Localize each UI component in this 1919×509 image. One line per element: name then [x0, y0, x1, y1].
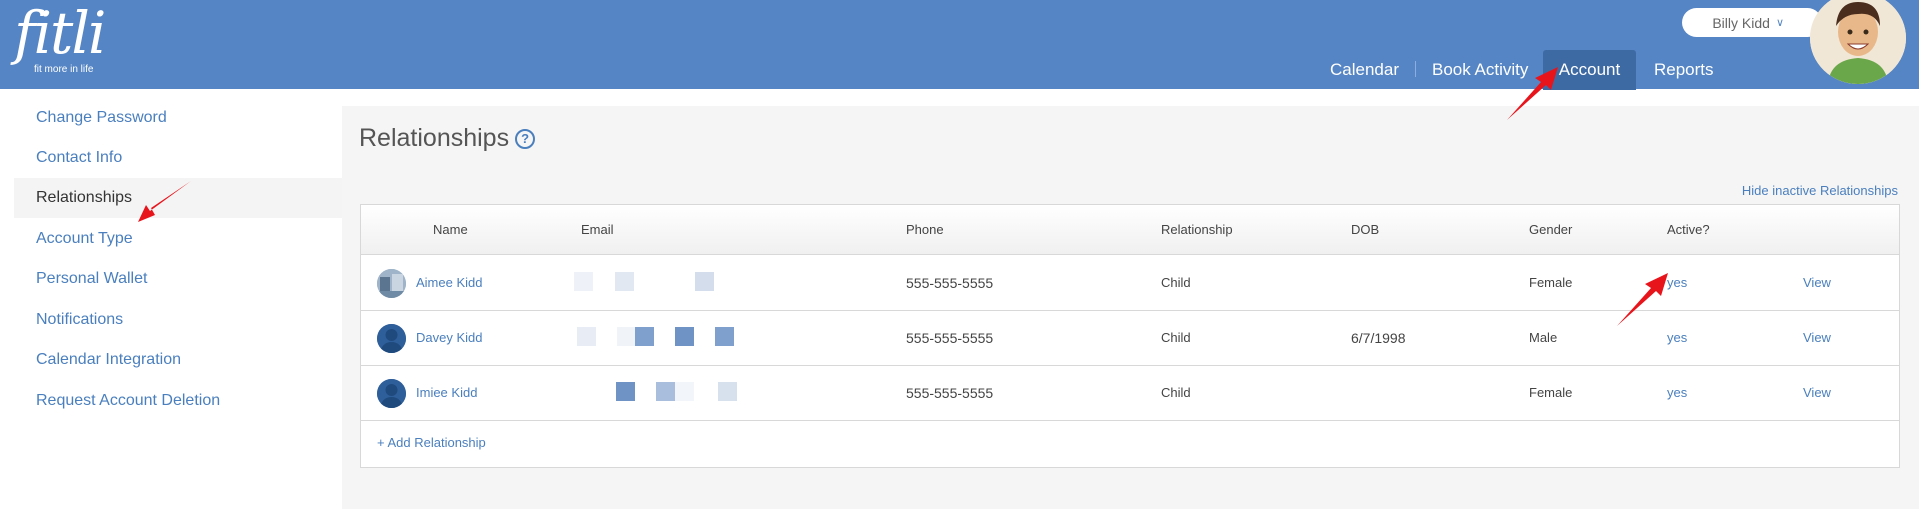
redacted-email-block [675, 382, 694, 401]
member-name-link[interactable]: Davey Kidd [416, 330, 482, 345]
column-header-email: Email [581, 222, 614, 237]
redacted-email-block [635, 327, 654, 346]
logo-tagline: fit more in life [34, 64, 94, 75]
question-circle-icon[interactable]: ? [515, 128, 536, 149]
member-view-link[interactable]: View [1803, 275, 1831, 290]
nav-calendar[interactable]: Calendar [1330, 50, 1399, 90]
member-active-toggle[interactable]: yes [1667, 275, 1687, 290]
table-header: Name Email Phone Relationship DOB Gender… [361, 205, 1899, 255]
redacted-email-block [718, 382, 737, 401]
photo-avatar-icon [377, 269, 406, 298]
annotation-arrow-icon [138, 181, 191, 222]
member-gender: Female [1529, 275, 1573, 290]
redacted-email-block [715, 327, 734, 346]
sidebar-item-change-password[interactable]: Change Password [14, 98, 342, 138]
redacted-email-block [656, 382, 675, 401]
member-gender: Male [1529, 330, 1558, 345]
sidebar-item-notifications[interactable]: Notifications [14, 300, 342, 340]
user-avatar[interactable] [1810, 0, 1906, 84]
member-avatar [377, 269, 406, 298]
hide-inactive-link[interactable]: Hide inactive Relationships [1742, 183, 1898, 198]
table-row: Imiee Kidd 555-555-5555 Child Female yes… [361, 366, 1899, 421]
member-name-link[interactable]: Imiee Kidd [416, 385, 477, 400]
member-active-toggle[interactable]: yes [1667, 330, 1687, 345]
member-relationship: Child [1161, 330, 1191, 345]
column-header-name: Name [433, 222, 468, 237]
user-avatar-icon [1810, 0, 1906, 84]
nav-reports[interactable]: Reports [1654, 50, 1714, 90]
redacted-email-block [675, 327, 694, 346]
fitli-logo[interactable]: fitli fit more in life [14, 0, 106, 75]
sidebar-item-personal-wallet[interactable]: Personal Wallet [14, 259, 342, 299]
person-silhouette-icon [377, 379, 406, 408]
user-name: Billy Kidd [1712, 14, 1770, 31]
main-panel: Relationships ? Hide inactive Relationsh… [342, 106, 1919, 509]
person-silhouette-icon [377, 324, 406, 353]
add-relationship-link[interactable]: + Add Relationship [377, 435, 486, 450]
member-view-link[interactable]: View [1803, 385, 1831, 400]
member-active-toggle[interactable]: yes [1667, 385, 1687, 400]
page-title: Relationships ? [359, 124, 536, 153]
redacted-email-block [617, 327, 636, 346]
column-header-relationship: Relationship [1161, 222, 1233, 237]
top-header: fitli fit more in life Calendar Book Act… [0, 0, 1919, 90]
annotation-arrow-icon [1617, 273, 1668, 326]
sidebar-item-request-account-deletion[interactable]: Request Account Deletion [14, 381, 342, 421]
member-dob: 6/7/1998 [1351, 330, 1406, 346]
column-header-phone: Phone [906, 222, 944, 237]
member-relationship: Child [1161, 385, 1191, 400]
sidebar-item-contact-info[interactable]: Contact Info [14, 138, 342, 178]
column-header-dob: DOB [1351, 222, 1380, 237]
member-avatar [377, 379, 406, 408]
annotation-arrow-icon [1507, 67, 1558, 120]
member-relationship: Child [1161, 275, 1191, 290]
chevron-down-icon: ∨ [1775, 17, 1784, 29]
member-gender: Female [1529, 385, 1573, 400]
member-view-link[interactable]: View [1803, 330, 1831, 345]
redacted-email-block [695, 272, 714, 291]
member-phone: 555-555-5555 [906, 330, 994, 346]
redacted-email-block [616, 382, 635, 401]
member-phone: 555-555-5555 [906, 275, 994, 291]
page-title-text: Relationships [359, 124, 510, 152]
redacted-email-block [615, 272, 634, 291]
sidebar-item-calendar-integration[interactable]: Calendar Integration [14, 340, 342, 380]
nav-divider [1415, 61, 1416, 77]
member-avatar [377, 324, 406, 353]
relationships-table: Name Email Phone Relationship DOB Gender… [360, 204, 1900, 468]
logo-word: fitli [14, 0, 106, 67]
redacted-email-block [577, 327, 596, 346]
account-sidebar: Change Password Contact Info Relationshi… [0, 89, 342, 509]
column-header-active: Active? [1667, 222, 1710, 237]
redacted-email-block [574, 272, 593, 291]
member-phone: 555-555-5555 [906, 385, 994, 401]
user-menu-button[interactable]: Billy Kidd ∨ [1682, 8, 1822, 37]
column-header-gender: Gender [1529, 222, 1573, 237]
member-name-link[interactable]: Aimee Kidd [416, 275, 482, 290]
